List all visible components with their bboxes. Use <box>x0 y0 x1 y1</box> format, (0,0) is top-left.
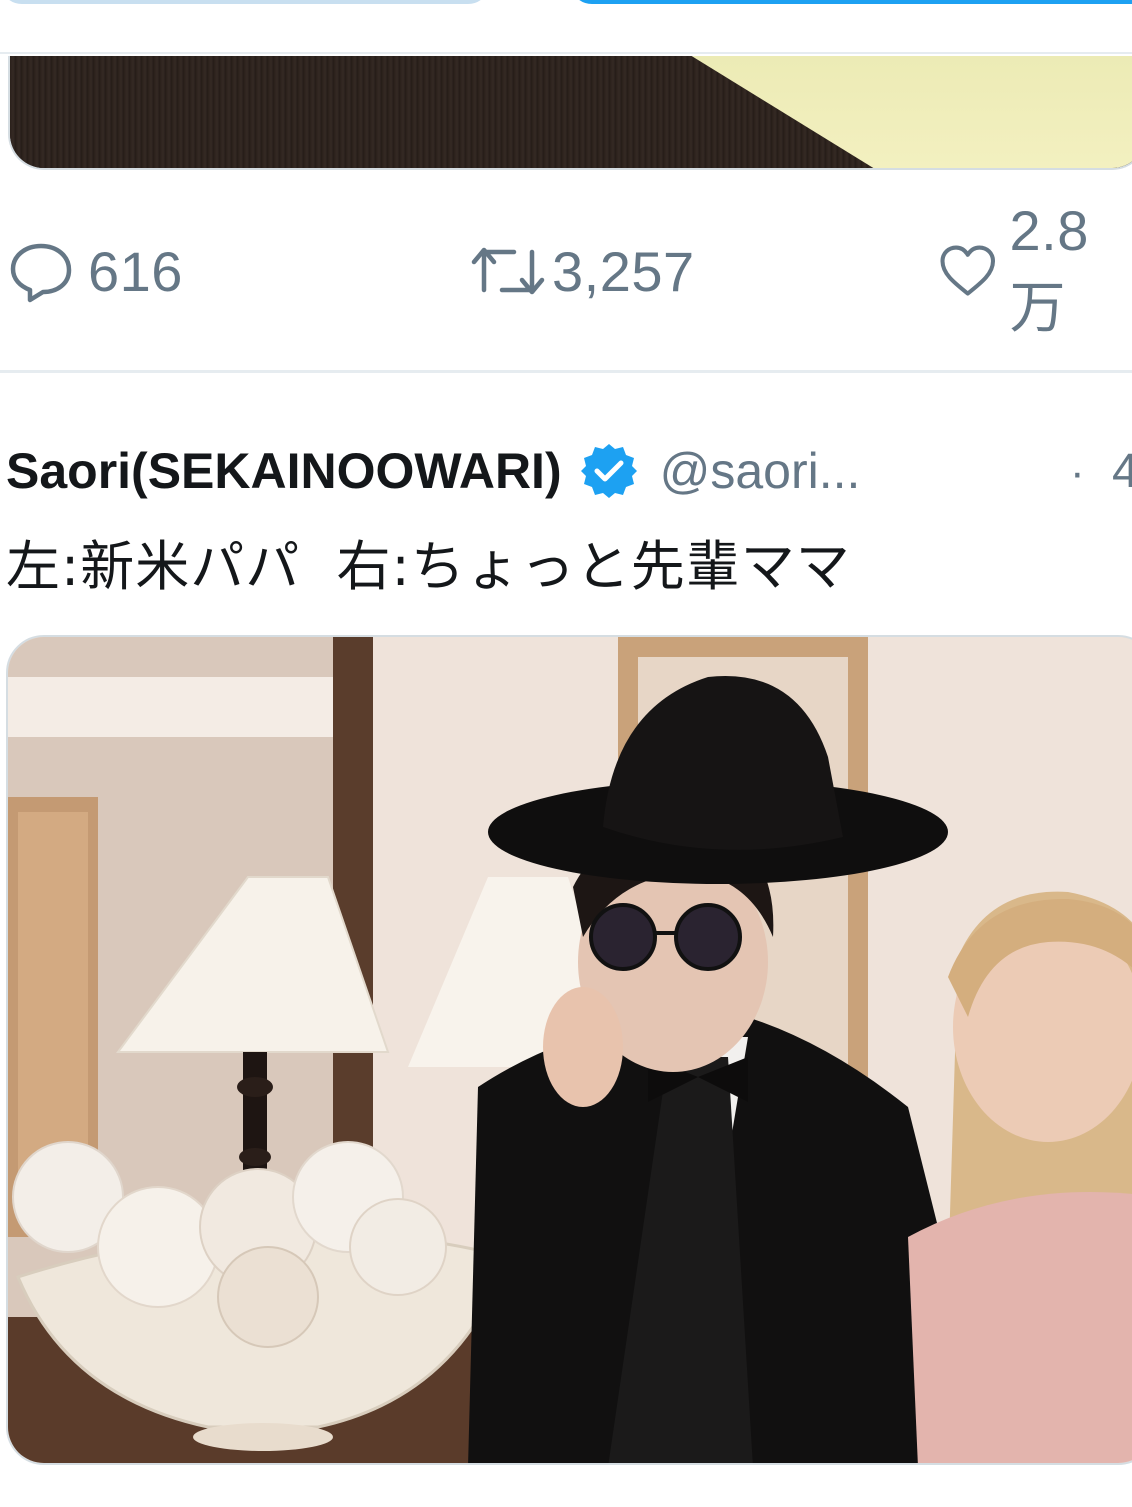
retweet-icon <box>471 247 545 295</box>
photo-image <box>8 637 1132 1463</box>
reply-button[interactable]: 616 <box>8 235 183 307</box>
retweet-button[interactable]: 3,257 <box>470 235 695 307</box>
reply-count: 616 <box>88 239 183 303</box>
like-count: 2.8万 <box>1009 199 1089 339</box>
heart-icon <box>940 245 996 296</box>
tweet-text: 左:新米パパ 右:ちょっと先輩ママ <box>6 535 851 598</box>
divider <box>0 52 1132 54</box>
previous-tweet-actions: 616 3,257 2.8万 <box>0 199 1132 339</box>
retweet-count: 3,257 <box>552 239 695 303</box>
tweet-photo[interactable] <box>6 635 1132 1465</box>
reply-bubble-icon <box>10 243 72 303</box>
previous-tweet-media[interactable] <box>8 56 1132 170</box>
user-handle[interactable]: @saori... <box>660 442 861 500</box>
separator-dot: · <box>1070 448 1085 497</box>
verified-badge-icon <box>580 444 637 498</box>
like-button[interactable]: 2.8万 <box>938 199 1132 339</box>
timestamp[interactable]: 4 <box>1112 444 1132 499</box>
top-left-button[interactable] <box>0 0 490 4</box>
top-right-button[interactable] <box>570 0 1132 4</box>
display-name[interactable]: Saori(SEKAINOOWARI) <box>6 442 562 500</box>
tweet-divider <box>0 370 1132 373</box>
tweet-header: Saori(SEKAINOOWARI) @saori... <box>6 436 860 506</box>
